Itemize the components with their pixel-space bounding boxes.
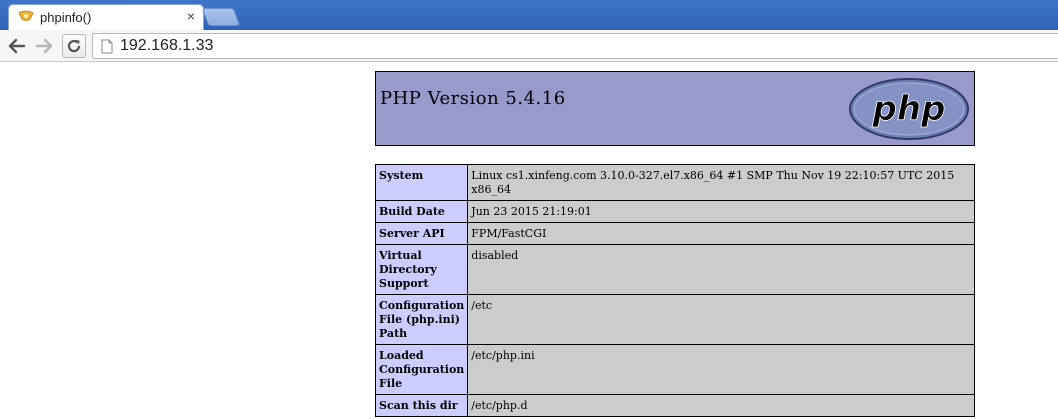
back-button[interactable]	[5, 34, 29, 58]
table-row-key: Virtual Directory Support	[374, 244, 469, 295]
table-row-key: Loaded Configuration File	[374, 344, 469, 395]
url-text[interactable]: 192.168.1.33	[120, 37, 213, 55]
table-row: System Linux cs1.xinfeng.com 3.10.0-327.e…	[374, 164, 975, 201]
forward-arrow-icon	[35, 38, 53, 54]
back-arrow-icon	[8, 38, 26, 54]
reload-button[interactable]	[62, 34, 86, 58]
tab-strip: phpinfo() ×	[0, 0, 1058, 30]
table-row-value: /etc/php.ini	[467, 344, 975, 395]
table-row: Virtual Directory Support disabled	[374, 244, 975, 295]
browser-toolbar: 192.168.1.33	[0, 30, 1058, 62]
table-row-value: /etc/php.d	[467, 394, 975, 417]
new-tab-button[interactable]	[201, 8, 241, 26]
table-row-key: Server API	[374, 222, 469, 245]
table-row: Scan this dir/etc/php.d	[374, 394, 975, 417]
table-row-key: Configuration File (php.ini) Path	[374, 294, 469, 345]
table-row-value: disabled	[467, 244, 975, 295]
table-row: Loaded Configuration File/etc/php.ini	[374, 344, 975, 395]
table-row-key: Scan this dir	[374, 394, 469, 417]
table-row-key: Build Date	[374, 200, 469, 223]
table-row-key: System	[374, 164, 469, 201]
reload-icon	[67, 39, 81, 53]
table-row: Build Date Jun 23 2015 21:19:01	[374, 200, 975, 223]
forward-button[interactable]	[32, 34, 56, 58]
php-logo-text: php	[872, 89, 946, 129]
tab-title: phpinfo()	[40, 10, 92, 25]
php-version-title: PHP Version 5.4.16	[380, 88, 566, 109]
table-row-value: Linux cs1.xinfeng.com 3.10.0-327.el7.x86…	[467, 164, 975, 201]
table-row-value: FPM/FastCGI	[467, 222, 975, 245]
table-row: Configuration File (php.ini) Path/etc	[374, 294, 975, 345]
table-row-value: Jun 23 2015 21:19:01	[467, 200, 975, 223]
tab-phpinfo[interactable]: phpinfo() ×	[8, 4, 204, 30]
table-row-value: /etc	[467, 294, 975, 345]
php-header: PHP Version 5.4.16 php	[375, 71, 975, 146]
php-favicon-icon	[18, 10, 34, 21]
table-row: Server API FPM/FastCGI	[374, 222, 975, 245]
php-logo: php	[849, 78, 969, 140]
page-icon	[101, 39, 113, 54]
page-content: PHP Version 5.4.16 php System Linux cs1.x…	[0, 62, 1058, 419]
php-info-table: System Linux cs1.xinfeng.com 3.10.0-327.e…	[374, 164, 975, 417]
address-bar[interactable]: 192.168.1.33	[92, 33, 1058, 59]
close-icon[interactable]: ×	[187, 8, 195, 24]
